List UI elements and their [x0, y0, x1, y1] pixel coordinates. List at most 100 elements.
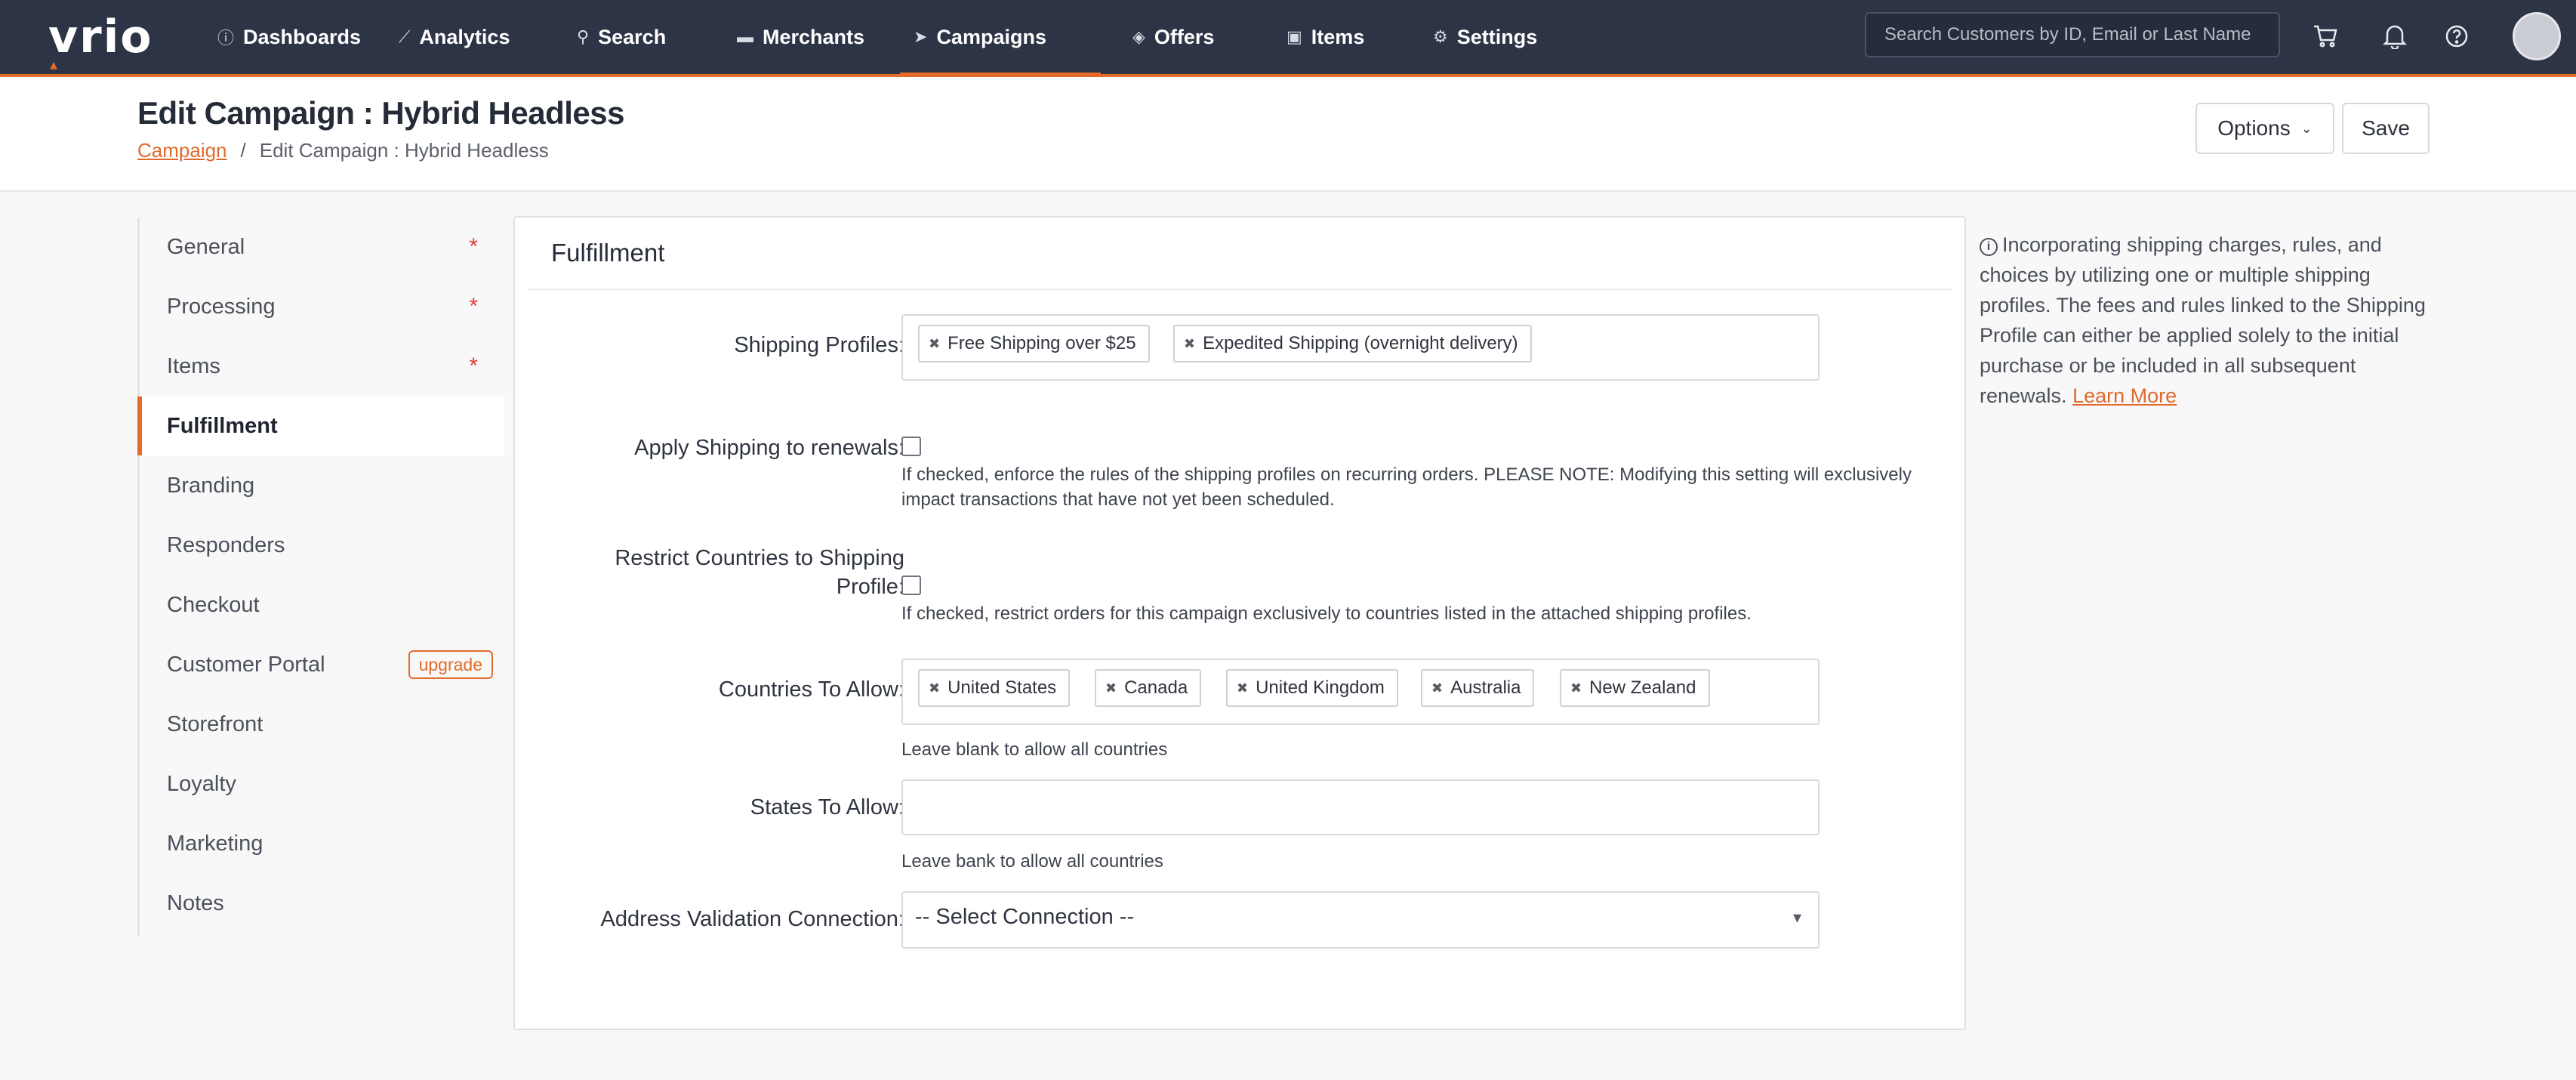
sidebar-item-general[interactable]: General * — [140, 218, 507, 276]
nav-search[interactable]: ⚲ Search — [563, 0, 679, 74]
required-marker: * — [469, 294, 478, 319]
options-label: Options — [2217, 116, 2291, 140]
sidebar-item-notes[interactable]: Notes — [140, 874, 507, 933]
nav-items[interactable]: ▣ Items — [1273, 0, 1378, 74]
apply-renewals-checkbox[interactable] — [901, 437, 921, 456]
nav-merchants[interactable]: ▬ Merchants — [723, 0, 878, 74]
sidebar-item-customer-portal[interactable]: Customer Portal upgrade — [140, 635, 507, 694]
help-icon[interactable] — [2440, 20, 2473, 53]
chart-line-icon: ⟋ — [399, 27, 411, 46]
sidebar-item-label: General — [167, 234, 245, 259]
sidebar-item-label: Marketing — [167, 831, 263, 856]
restrict-countries-label: Restrict Countries to Shipping Profile: — [557, 544, 904, 601]
sidebar-item-responders[interactable]: Responders — [140, 516, 507, 575]
sidebar-item-marketing[interactable]: Marketing — [140, 814, 507, 873]
shipping-profiles-label: Shipping Profiles: — [734, 333, 904, 357]
section-sidebar: General * Processing * Items * Fulfillme… — [137, 218, 504, 937]
countries-multiselect[interactable]: ✖ United States ✖ Canada ✖ United Kingdo… — [901, 659, 1820, 725]
nav-analytics[interactable]: ⟋ Analytics — [385, 0, 523, 74]
cart-icon[interactable] — [2309, 20, 2342, 53]
save-button[interactable]: Save — [2342, 103, 2430, 154]
address-validation-label: Address Validation Connection: — [600, 907, 905, 931]
sidebar-item-label: Branding — [167, 473, 255, 498]
options-button[interactable]: Options ⌄ — [2195, 103, 2334, 154]
shipping-profiles-multiselect[interactable]: ✖ Free Shipping over $25 ✖ Expedited Shi… — [901, 314, 1820, 381]
credit-card-icon: ▬ — [737, 27, 753, 46]
card-divider — [527, 289, 1952, 290]
restrict-countries-checkbox[interactable] — [901, 575, 921, 595]
sidebar-item-loyalty[interactable]: Loyalty — [140, 754, 507, 813]
sidebar-item-label: Items — [167, 353, 220, 378]
tag-label: New Zealand — [1589, 677, 1696, 698]
remove-tag-icon[interactable]: ✖ — [1570, 680, 1582, 696]
breadcrumb-separator: / — [240, 139, 246, 162]
country-tag: ✖ United States — [918, 669, 1071, 707]
logo-text: vrio — [48, 11, 153, 63]
nav-offers[interactable]: ◈ Offers — [1119, 0, 1228, 74]
sidebar-item-checkout[interactable]: Checkout — [140, 575, 507, 634]
fulfillment-card: Fulfillment Shipping Profiles: ✖ Free Sh… — [513, 216, 1966, 1030]
nav-settings[interactable]: ⚙ Settings — [1419, 0, 1551, 74]
apply-renewals-label: Apply Shipping to renewals: — [634, 436, 904, 460]
remove-tag-icon[interactable]: ✖ — [929, 336, 940, 352]
nav-label: Dashboards — [243, 25, 362, 48]
upgrade-badge[interactable]: upgrade — [408, 650, 493, 679]
sidebar-item-storefront[interactable]: Storefront — [140, 695, 507, 754]
country-tag: ✖ New Zealand — [1560, 669, 1710, 707]
top-navbar: vrio ▴ ⓘ Dashboards ⟋ Analytics ⚲ Search… — [0, 0, 2576, 77]
countries-help: Leave blank to allow all countries — [901, 739, 1168, 760]
sidebar-item-label: Customer Portal — [167, 652, 325, 677]
shipping-profile-tag: ✖ Free Shipping over $25 — [918, 325, 1150, 363]
sidebar-item-processing[interactable]: Processing * — [140, 277, 507, 336]
restrict-countries-label-line1: Restrict Countries to Shipping — [615, 546, 904, 570]
sidebar-item-branding[interactable]: Branding — [140, 456, 507, 515]
nav-label: Offers — [1154, 25, 1215, 48]
info-text: Incorporating shipping charges, rules, a… — [1980, 233, 2426, 407]
layers-icon: ◈ — [1132, 27, 1145, 46]
countries-allow-label: Countries To Allow: — [718, 677, 904, 702]
search-icon: ⚲ — [577, 27, 590, 46]
apply-renewals-help: If checked, enforce the rules of the shi… — [901, 464, 1912, 510]
nav-label: Analytics — [419, 25, 510, 48]
learn-more-link[interactable]: Learn More — [2072, 384, 2177, 407]
nav-label: Search — [598, 25, 667, 48]
tag-label: Expedited Shipping (overnight delivery) — [1203, 333, 1518, 353]
remove-tag-icon[interactable]: ✖ — [929, 680, 940, 696]
dashboard-icon: ⓘ — [217, 29, 235, 48]
bell-icon[interactable] — [2378, 20, 2411, 53]
nav-campaigns[interactable]: ➤ Campaigns — [900, 0, 1101, 77]
states-input[interactable] — [901, 779, 1820, 835]
chevron-down-icon: ⌄ — [2300, 120, 2313, 136]
breadcrumb-current: Edit Campaign : Hybrid Headless — [259, 139, 549, 162]
nav-dashboards[interactable]: ⓘ Dashboards — [204, 0, 374, 74]
sidebar-item-label: Responders — [167, 532, 285, 557]
customer-search-input[interactable] — [1865, 12, 2280, 57]
page-header: Edit Campaign : Hybrid Headless Campaign… — [0, 77, 2576, 192]
fulfillment-info: i Incorporating shipping charges, rules, … — [1980, 230, 2433, 411]
breadcrumb-campaign-link[interactable]: Campaign — [137, 139, 227, 162]
sidebar-item-items[interactable]: Items * — [140, 337, 507, 396]
remove-tag-icon[interactable]: ✖ — [1431, 680, 1443, 696]
sidebar-item-label: Storefront — [167, 711, 263, 736]
country-tag: ✖ Canada — [1095, 669, 1202, 707]
avatar[interactable] — [2513, 12, 2561, 60]
country-tag: ✖ Australia — [1421, 669, 1535, 707]
nav-label: Campaigns — [936, 25, 1046, 48]
required-marker: * — [469, 234, 478, 259]
address-validation-select[interactable]: -- Select Connection -- ▾ — [901, 891, 1820, 949]
vrio-logo[interactable]: vrio ▴ — [48, 14, 153, 73]
info-icon: i — [1980, 238, 1998, 256]
caret-down-icon: ▾ — [1792, 908, 1801, 927]
page-title: Edit Campaign : Hybrid Headless — [137, 95, 624, 131]
sidebar-item-label: Checkout — [167, 592, 260, 617]
tag-label: Australia — [1450, 677, 1521, 698]
shipping-profile-tag: ✖ Expedited Shipping (overnight delivery… — [1173, 325, 1532, 363]
restrict-countries-help: If checked, restrict orders for this cam… — [901, 603, 1752, 624]
remove-tag-icon[interactable]: ✖ — [1184, 336, 1195, 352]
required-marker: * — [469, 353, 478, 378]
card-title: Fulfillment — [551, 239, 665, 267]
remove-tag-icon[interactable]: ✖ — [1105, 680, 1117, 696]
sidebar-item-fulfillment[interactable]: Fulfillment — [137, 397, 504, 455]
states-allow-label: States To Allow: — [750, 795, 904, 819]
remove-tag-icon[interactable]: ✖ — [1237, 680, 1248, 696]
